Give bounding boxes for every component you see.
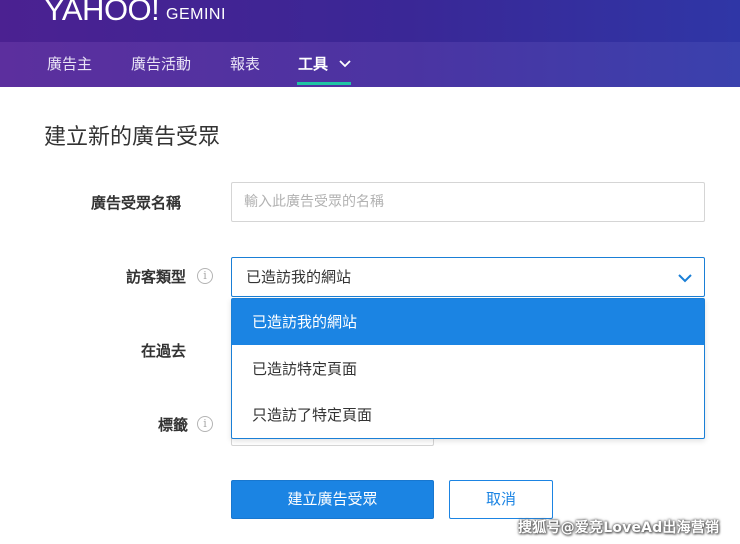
chevron-down-icon — [678, 274, 692, 283]
visitor-type-select[interactable]: 已造訪我的網站 — [231, 257, 705, 297]
dropdown-option[interactable]: 只造訪了特定頁面 — [232, 392, 704, 438]
yahoo-logo[interactable]: YAHOO! — [44, 0, 160, 28]
nav-item-tools[interactable]: 工具 — [298, 42, 328, 87]
main-nav: 廣告主 廣告活動 報表 工具 — [0, 42, 740, 87]
page-title: 建立新的廣告受眾 — [44, 125, 221, 150]
dropdown-option[interactable]: 已造訪我的網站 — [232, 299, 704, 345]
dropdown-option[interactable]: 已造訪特定頁面 — [232, 346, 704, 392]
info-icon[interactable]: i — [197, 268, 213, 284]
info-icon[interactable]: i — [197, 416, 213, 432]
tags-field[interactable] — [231, 438, 434, 446]
product-name: GEMINI — [166, 6, 226, 23]
tags-label: 標籤 — [158, 416, 189, 434]
nav-item-reports[interactable]: 報表 — [230, 42, 260, 87]
nav-item-advertisers[interactable]: 廣告主 — [47, 42, 92, 87]
past-period-label: 在過去 — [141, 342, 187, 360]
watermark: 搜狐号@爱竞LoveAd出海营销 — [518, 520, 720, 536]
visitor-type-label: 訪客類型 — [126, 268, 187, 286]
audience-name-label: 廣告受眾名稱 — [91, 194, 182, 212]
audience-name-input[interactable] — [231, 182, 705, 222]
visitor-type-dropdown: 已造訪我的網站 已造訪特定頁面 只造訪了特定頁面 — [231, 298, 705, 439]
chevron-down-icon[interactable] — [338, 58, 352, 70]
top-bar: YAHOO! GEMINI — [0, 0, 740, 42]
nav-item-campaigns[interactable]: 廣告活動 — [131, 42, 191, 87]
active-tab-indicator — [297, 82, 351, 85]
visitor-type-selected-value: 已造訪我的網站 — [246, 268, 352, 286]
cancel-button[interactable]: 取消 — [449, 480, 553, 519]
create-audience-button[interactable]: 建立廣告受眾 — [231, 480, 434, 519]
